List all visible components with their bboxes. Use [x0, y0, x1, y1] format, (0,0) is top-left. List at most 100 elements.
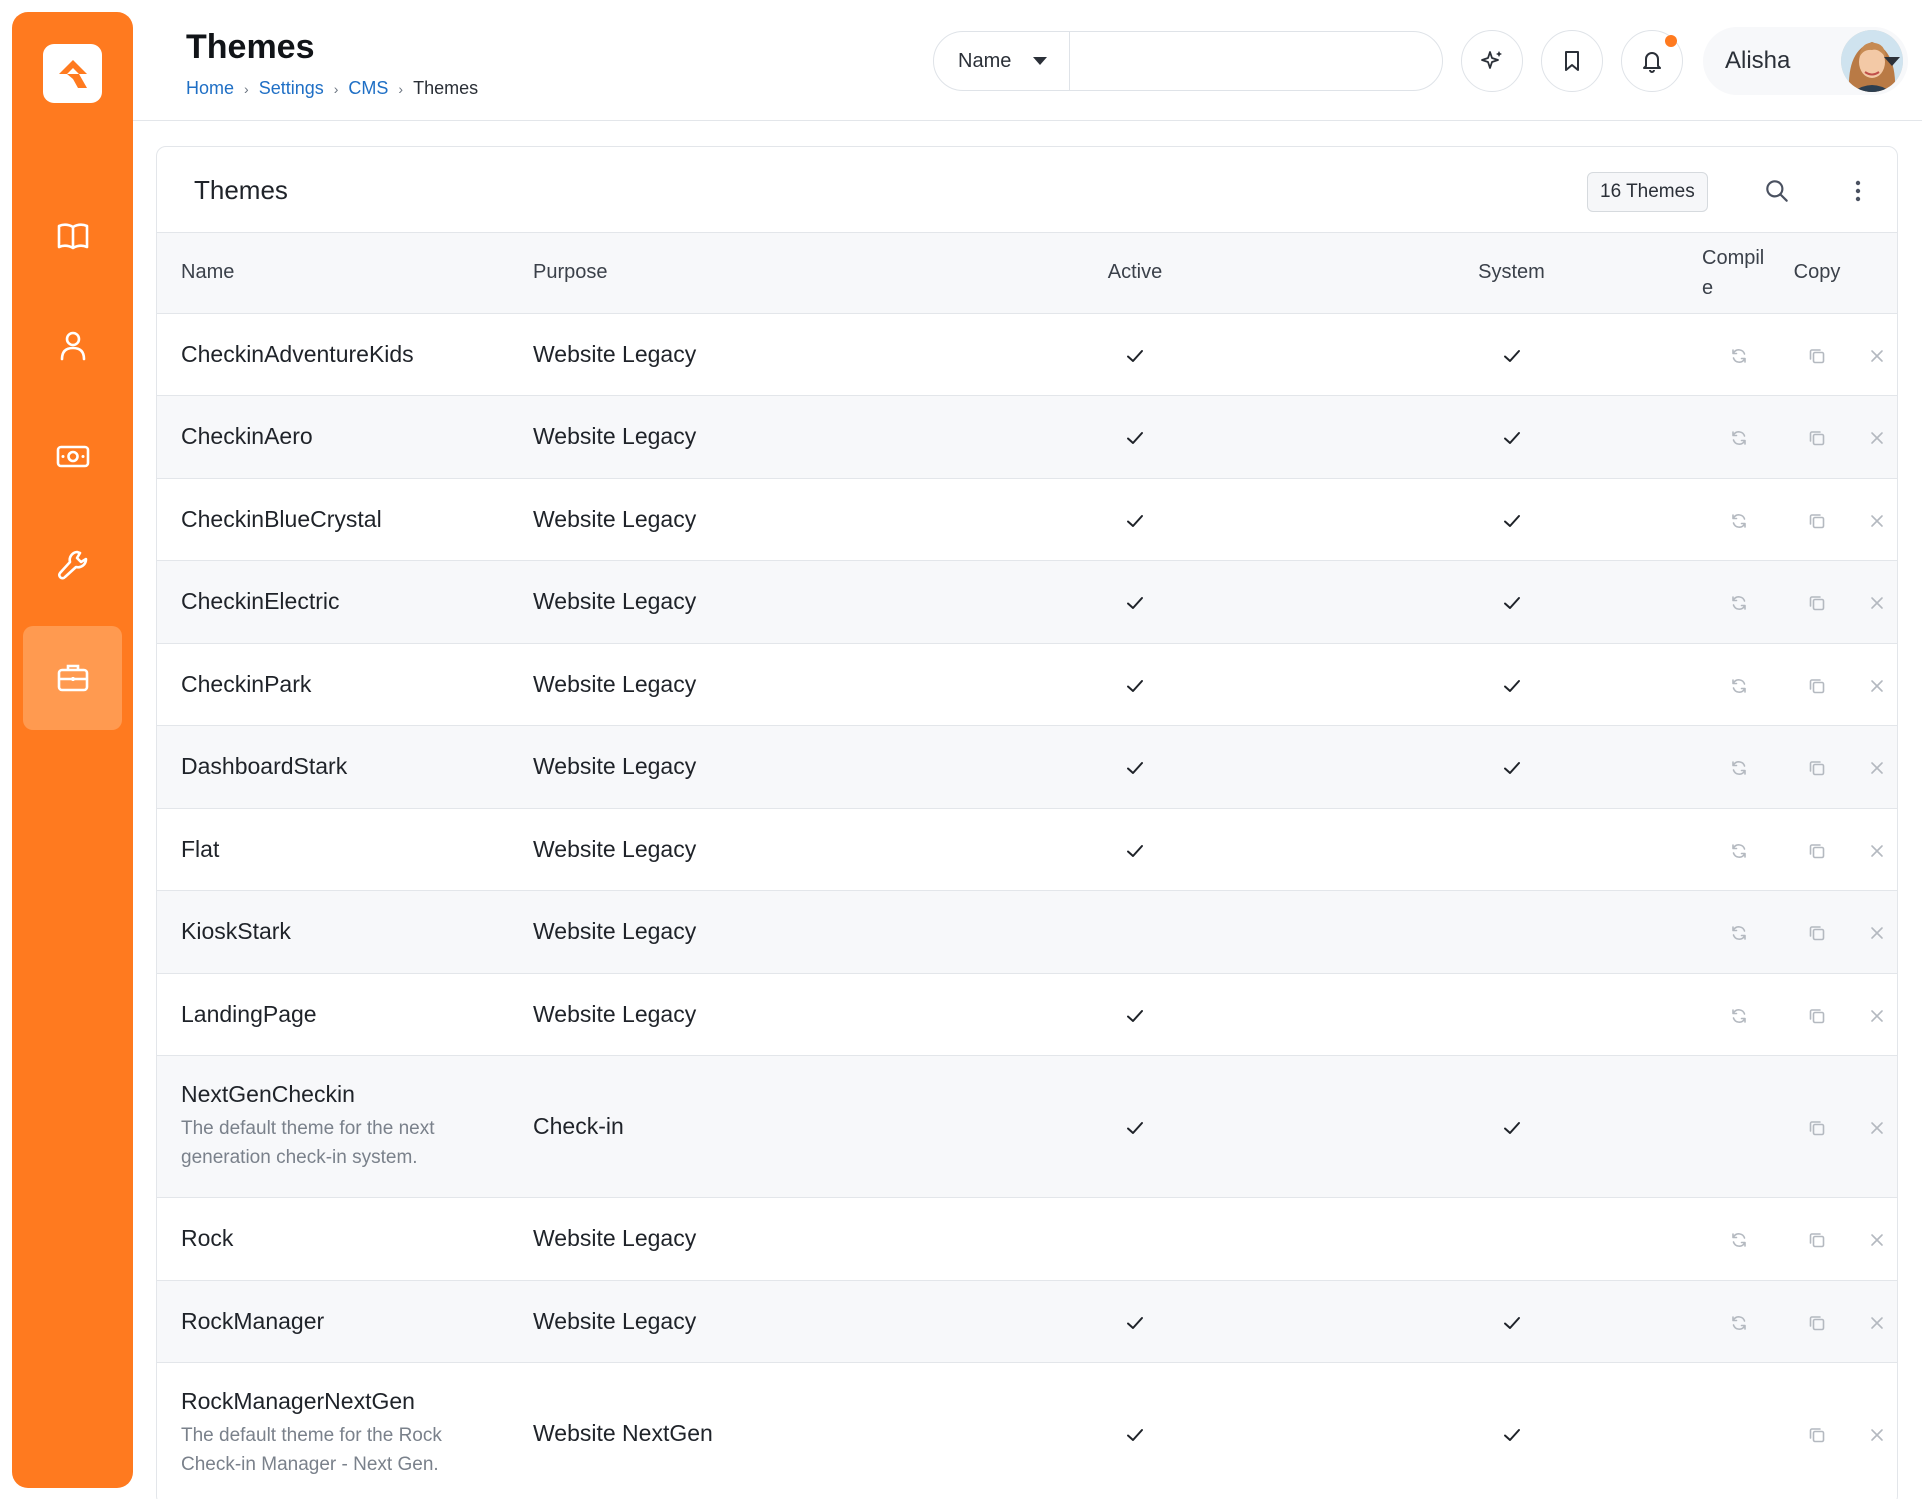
table-row[interactable]: CheckinBlueCrystal Website Legacy [157, 478, 1897, 561]
compile-button[interactable] [1700, 1280, 1778, 1363]
column-header-active[interactable]: Active [947, 233, 1323, 314]
sidebar-item-people-book[interactable] [23, 184, 122, 288]
copy-icon [1809, 1008, 1825, 1023]
table-row[interactable]: DashboardStark Website Legacy [157, 725, 1897, 809]
themes-panel: Themes 16 Themes Name Purpose Active Sys… [156, 146, 1898, 1499]
refresh-icon [1732, 596, 1746, 611]
copy-button[interactable] [1778, 560, 1856, 644]
table-row[interactable]: Flat Website Legacy [157, 808, 1897, 891]
table-row[interactable]: CheckinAdventureKids Website Legacy [157, 313, 1897, 396]
delete-button[interactable] [1856, 973, 1897, 1056]
table-row[interactable]: RockManagerNextGen The default theme for … [157, 1362, 1897, 1499]
copy-icon [1809, 843, 1825, 858]
search-input[interactable] [1070, 32, 1442, 90]
themes-count-badge: 16 Themes [1587, 172, 1708, 212]
column-header-system[interactable]: System [1323, 233, 1700, 314]
check-icon [1127, 514, 1143, 527]
delete-button[interactable] [1856, 643, 1897, 726]
copy-button[interactable] [1778, 808, 1856, 891]
table-row[interactable]: LandingPage Website Legacy [157, 973, 1897, 1056]
user-menu[interactable]: Alisha [1703, 27, 1908, 95]
breadcrumb-cms[interactable]: CMS [348, 78, 388, 99]
delete-button[interactable] [1856, 395, 1897, 479]
bookmark-button[interactable] [1541, 30, 1603, 92]
delete-button[interactable] [1856, 560, 1897, 644]
copy-button[interactable] [1778, 395, 1856, 479]
copy-icon [1809, 596, 1825, 611]
copy-button[interactable] [1778, 313, 1856, 396]
grid-search-button[interactable] [1757, 171, 1797, 211]
delete-button[interactable] [1856, 1055, 1897, 1198]
table-row[interactable]: CheckinAero Website Legacy [157, 395, 1897, 479]
copy-button[interactable] [1778, 890, 1856, 974]
copy-button[interactable] [1778, 1055, 1856, 1198]
refresh-icon [1732, 1315, 1746, 1330]
copy-button[interactable] [1778, 725, 1856, 809]
copy-button[interactable] [1778, 1197, 1856, 1281]
copy-button[interactable] [1778, 973, 1856, 1056]
sidebar-item-tools[interactable] [23, 514, 122, 618]
table-row[interactable]: KioskStark Website Legacy [157, 890, 1897, 974]
rock-logo-icon[interactable] [43, 44, 102, 103]
check-icon [1127, 1009, 1143, 1022]
theme-name: CheckinBlueCrystal [181, 505, 382, 532]
compile-button[interactable] [1700, 890, 1778, 974]
table-row[interactable]: Rock Website Legacy [157, 1197, 1897, 1281]
sidebar [12, 12, 133, 1488]
cell-name: CheckinAdventureKids [157, 313, 533, 396]
notifications-button[interactable] [1621, 30, 1683, 92]
close-icon [1870, 1009, 1883, 1022]
sidebar-item-finance[interactable] [23, 404, 122, 508]
table-row[interactable]: CheckinPark Website Legacy [157, 643, 1897, 726]
delete-button[interactable] [1856, 478, 1897, 561]
copy-button[interactable] [1778, 643, 1856, 726]
delete-button[interactable] [1856, 725, 1897, 809]
refresh-icon [1732, 431, 1746, 446]
bell-icon [1643, 52, 1661, 73]
theme-name: CheckinElectric [181, 588, 340, 615]
compile-button[interactable] [1700, 478, 1778, 561]
grid-options-button[interactable] [1843, 171, 1873, 211]
column-header-purpose[interactable]: Purpose [533, 233, 947, 314]
copy-button[interactable] [1778, 1362, 1856, 1499]
cell-purpose: Website Legacy [533, 560, 947, 644]
sidebar-item-admin[interactable] [23, 626, 122, 730]
compile-button[interactable] [1700, 808, 1778, 891]
copy-button[interactable] [1778, 1280, 1856, 1363]
compile-button[interactable] [1700, 643, 1778, 726]
chevron-right-icon: › [398, 80, 404, 97]
search-type-select[interactable]: Name [934, 32, 1070, 90]
copy-button[interactable] [1778, 478, 1856, 561]
kebab-menu-icon [1855, 180, 1861, 202]
delete-button[interactable] [1856, 1280, 1897, 1363]
compile-button[interactable] [1700, 1197, 1778, 1281]
cell-purpose: Check-in [533, 1055, 947, 1198]
table-row[interactable]: RockManager Website Legacy [157, 1280, 1897, 1363]
compile-button[interactable] [1700, 725, 1778, 809]
compile-button[interactable] [1700, 313, 1778, 396]
refresh-icon [1732, 1008, 1746, 1023]
cell-active [947, 725, 1323, 809]
table-row[interactable]: NextGenCheckin The default theme for the … [157, 1055, 1897, 1198]
delete-button[interactable] [1856, 890, 1897, 974]
compile-button[interactable] [1700, 973, 1778, 1056]
cell-system [1323, 1197, 1700, 1281]
delete-button[interactable] [1856, 313, 1897, 396]
sidebar-item-person[interactable] [23, 294, 122, 398]
table-header-row: Name Purpose Active System Compil e Copy [157, 233, 1897, 314]
table-row[interactable]: CheckinElectric Website Legacy [157, 560, 1897, 644]
delete-button[interactable] [1856, 808, 1897, 891]
ai-sparkle-button[interactable] [1461, 30, 1523, 92]
check-icon [1127, 432, 1143, 445]
theme-name: RockManagerNextGen [181, 1388, 415, 1414]
column-header-name[interactable]: Name [157, 233, 533, 314]
compile-button[interactable] [1700, 560, 1778, 644]
breadcrumb-home[interactable]: Home [186, 78, 234, 99]
compile-button[interactable] [1700, 395, 1778, 479]
column-header-delete [1856, 233, 1897, 314]
delete-button[interactable] [1856, 1197, 1897, 1281]
user-menu-caret-icon[interactable] [1884, 57, 1900, 66]
cell-purpose: Website Legacy [533, 313, 947, 396]
breadcrumb-settings[interactable]: Settings [259, 78, 324, 99]
delete-button[interactable] [1856, 1362, 1897, 1499]
